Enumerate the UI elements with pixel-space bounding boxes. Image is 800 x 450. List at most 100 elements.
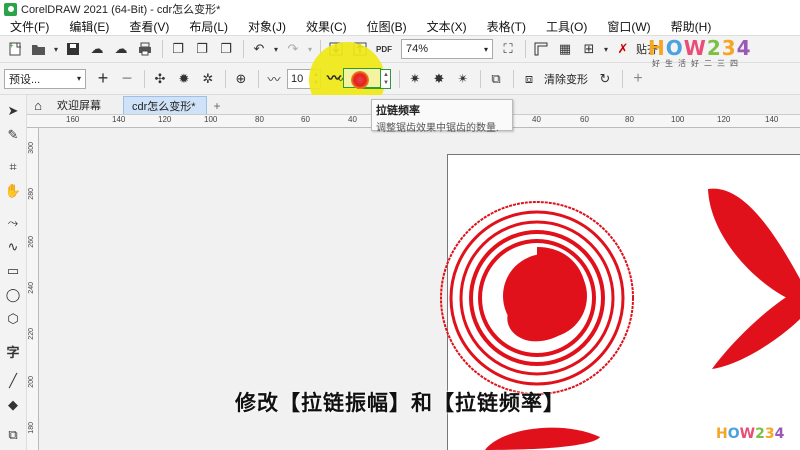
distort-tool-icon[interactable]: ⧉	[3, 425, 23, 445]
petal-shape-upper[interactable]	[708, 188, 800, 304]
freehand-icon[interactable]: ⤳	[3, 213, 23, 233]
add-tab-icon[interactable]: +	[209, 98, 225, 114]
push-pull-distortion-icon[interactable]: ✣	[149, 68, 171, 90]
show-guidelines-icon[interactable]: ⊞	[578, 38, 600, 60]
zipper-amplitude-icon: 〰	[267, 72, 281, 87]
smooth-distortion-icon[interactable]: ✸	[428, 68, 450, 90]
new-document-icon[interactable]: +	[4, 38, 26, 60]
watermark-logo-top: HOW234	[648, 36, 752, 60]
tab-welcome-screen[interactable]: 欢迎屏幕	[49, 96, 123, 114]
show-rulers-icon[interactable]	[530, 38, 552, 60]
home-icon[interactable]: ⌂	[27, 96, 49, 114]
redo-icon[interactable]: ↷	[282, 38, 304, 60]
separator	[525, 40, 526, 58]
chevron-down-icon: ▾	[483, 44, 488, 54]
zoom-level-select[interactable]: 74% ▾	[401, 39, 493, 59]
swirl-core-shape[interactable]	[503, 254, 587, 338]
random-distortion-icon[interactable]: ✷	[404, 68, 426, 90]
ellipse-icon[interactable]: ◯	[3, 285, 23, 305]
ruler-label: 280	[28, 188, 35, 200]
preset-value: 预设...	[9, 73, 41, 86]
paste-icon[interactable]: ❐	[191, 38, 213, 60]
ruler-label: 200	[28, 376, 35, 388]
pointer-icon[interactable]: ➤	[3, 101, 23, 121]
ruler-label: 240	[28, 282, 35, 294]
tooltip: 拉链频率 调整锯齿效果中锯齿的数量.	[371, 99, 513, 134]
separator	[513, 69, 514, 88]
cloud-upload-icon[interactable]: ☁	[86, 38, 108, 60]
print-icon[interactable]	[134, 38, 156, 60]
menu-view[interactable]: 查看(V)	[119, 18, 179, 35]
center-distortion-icon[interactable]: ⊕	[230, 68, 252, 90]
open-folder-icon[interactable]	[28, 38, 50, 60]
clipboard-icon[interactable]: ❐	[215, 38, 237, 60]
shape-edit-icon[interactable]: ✎	[3, 125, 23, 145]
menu-bitmaps[interactable]: 位图(B)	[357, 18, 417, 35]
text-icon[interactable]: 字	[3, 341, 23, 361]
zipper-distortion-icon[interactable]: ✹	[173, 68, 195, 90]
ruler-label: 180	[28, 422, 35, 434]
menu-table[interactable]: 表格(T)	[477, 18, 536, 35]
add-icon[interactable]: +	[627, 68, 649, 90]
ruler-label: 160	[66, 115, 80, 124]
petal-shape-lower[interactable]	[712, 289, 800, 369]
chevron-down-icon[interactable]: ▾	[602, 38, 610, 60]
coreldraw-app-icon	[4, 2, 17, 16]
artistic-media-icon[interactable]: ∿	[3, 237, 23, 257]
separator	[225, 69, 226, 88]
copy-icon[interactable]: ❐	[167, 38, 189, 60]
tab-document[interactable]: cdr怎么变形*	[123, 96, 207, 114]
menu-help[interactable]: 帮助(H)	[661, 18, 722, 35]
menu-text[interactable]: 文本(X)	[417, 18, 477, 35]
chevron-down-icon: ▾	[76, 74, 81, 83]
zoom-level-value: 74%	[406, 43, 429, 55]
chevron-down-icon[interactable]: ▾	[272, 38, 280, 60]
pan-icon[interactable]: ✋	[3, 181, 23, 201]
spin-arrows-icon[interactable]: ▲▼	[383, 71, 389, 87]
show-grid-icon[interactable]: ▦	[554, 38, 576, 60]
convert-to-curves-icon[interactable]: ↻	[594, 68, 616, 90]
window-title: CorelDRAW 2021 (64-Bit) - cdr怎么变形*	[21, 4, 221, 16]
ruler-label: 120	[158, 115, 172, 124]
clear-distortion-button[interactable]: 清除变形	[544, 71, 588, 87]
copy-distortion-icon[interactable]: ⧉	[485, 68, 507, 90]
polygon-icon[interactable]: ⬡	[3, 309, 23, 329]
ruler-label: 80	[255, 115, 264, 124]
watermark-logo-bottom: HOW234	[716, 426, 785, 442]
menu-object[interactable]: 对象(J)	[238, 18, 296, 35]
chevron-down-icon[interactable]: ▾	[306, 38, 314, 60]
menu-layout[interactable]: 布局(L)	[179, 18, 238, 35]
menu-bar: 文件(F) 编辑(E) 查看(V) 布局(L) 对象(J) 效果(C) 位图(B…	[0, 18, 800, 36]
remove-preset-icon[interactable]: −	[116, 68, 138, 90]
pdf-label: PDF	[376, 44, 392, 54]
click-indicator	[351, 71, 369, 89]
snap-off-icon[interactable]: ✗	[612, 38, 634, 60]
ruler-label: 140	[765, 115, 779, 124]
cloud-sync-icon[interactable]: ☁	[110, 38, 132, 60]
menu-effects[interactable]: 效果(C)	[296, 18, 357, 35]
rectangle-icon[interactable]: ▭	[3, 261, 23, 281]
undo-icon[interactable]: ↶	[248, 38, 270, 60]
watermark-tagline: 好生活好二三四	[652, 59, 743, 68]
full-screen-icon[interactable]: ⛶	[497, 38, 519, 60]
add-preset-icon[interactable]: +	[92, 68, 114, 90]
ruler-label: 40	[532, 115, 541, 124]
save-icon[interactable]	[62, 38, 84, 60]
ruler-label: 60	[580, 115, 589, 124]
menu-tools[interactable]: 工具(O)	[536, 18, 597, 35]
zipper-wave-icon: 〰	[327, 70, 341, 86]
crop-icon[interactable]: ⌗	[3, 157, 23, 177]
ruler-label: 220	[28, 328, 35, 340]
bottom-shape[interactable]	[485, 427, 600, 450]
local-distortion-icon[interactable]: ✴	[452, 68, 474, 90]
ruler-label: 80	[625, 115, 634, 124]
twister-distortion-icon[interactable]: ✲	[197, 68, 219, 90]
menu-edit[interactable]: 编辑(E)	[59, 18, 119, 35]
menu-file[interactable]: 文件(F)	[0, 18, 59, 35]
separator	[144, 69, 145, 88]
menu-window[interactable]: 窗口(W)	[597, 18, 660, 35]
chevron-down-icon[interactable]: ▾	[52, 38, 60, 60]
clear-distortion-icon[interactable]: ⧈	[518, 68, 540, 90]
preset-select[interactable]: 预设... ▾	[4, 68, 86, 89]
ruler-label: 300	[28, 142, 35, 154]
